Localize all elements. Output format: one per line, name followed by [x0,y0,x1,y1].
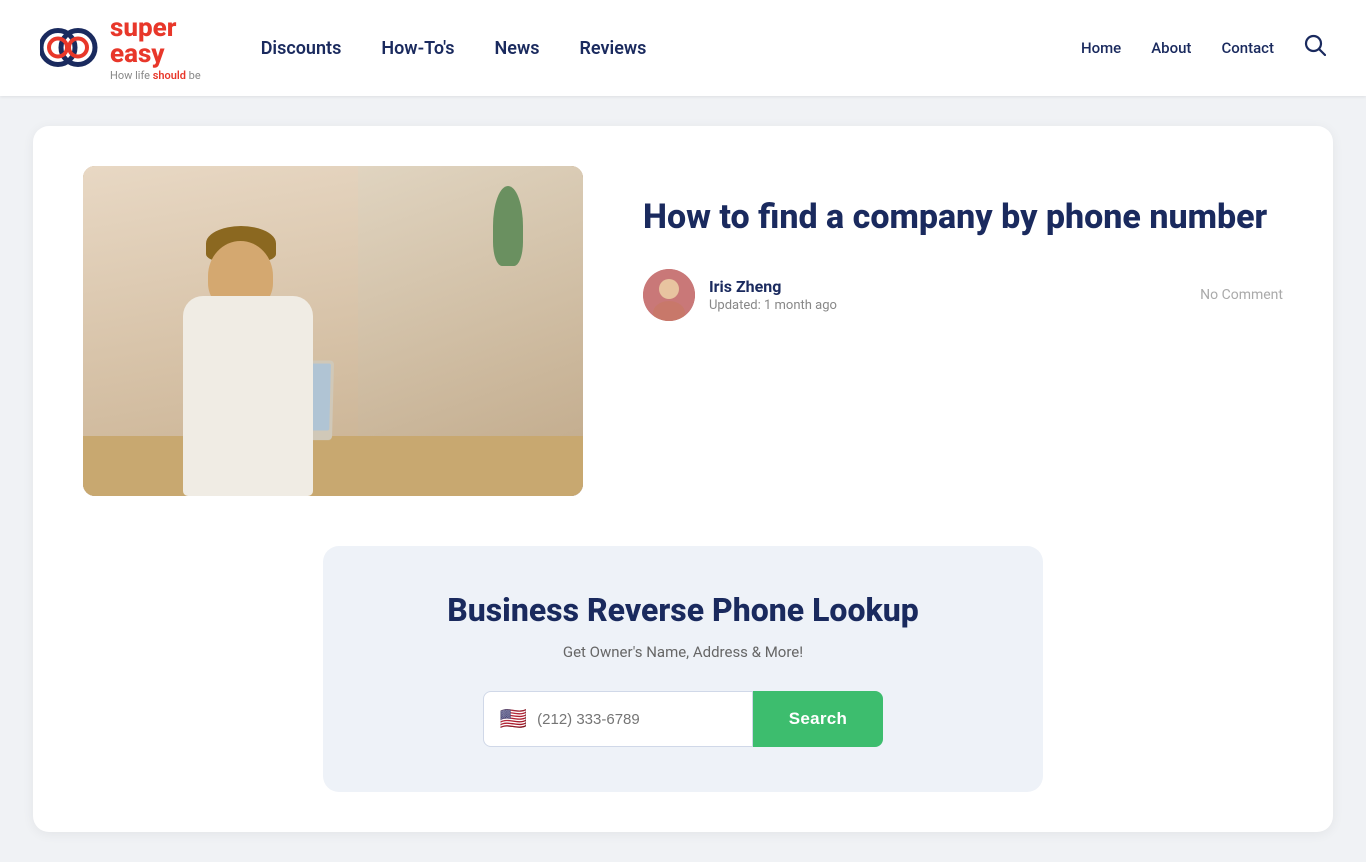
author-avatar [643,269,695,321]
widget-subtitle: Get Owner's Name, Address & More! [353,643,1013,661]
author-name: Iris Zheng [709,277,1186,296]
logo-text: super easy How life should be [110,15,201,82]
logo-easy: easy [110,39,165,69]
article-info: How to find a company by phone number Ir… [643,166,1283,321]
search-icon [1304,34,1326,56]
nav-news[interactable]: News [495,38,540,59]
logo-tagline: How life should be [110,69,201,82]
comment-count: No Comment [1200,287,1283,303]
right-nav: Home About Contact [1081,34,1326,62]
logo-brand: super easy [110,15,201,67]
phone-lookup-form: 🇺🇸 Search [353,691,1013,747]
content-card: How to find a company by phone number Ir… [33,126,1333,832]
main-nav: Discounts How-To's News Reviews [261,38,1081,59]
article-image [83,166,583,496]
logo-icon [40,18,100,78]
phone-input-wrapper: 🇺🇸 [483,691,753,747]
article-hero: How to find a company by phone number Ir… [83,166,1283,496]
nav-discounts[interactable]: Discounts [261,38,342,59]
nav-howtos[interactable]: How-To's [381,38,454,59]
phone-input[interactable] [537,711,736,728]
author-meta: Iris Zheng Updated: 1 month ago [709,277,1186,313]
nav-reviews[interactable]: Reviews [580,38,647,59]
nav-contact[interactable]: Contact [1221,39,1274,57]
avatar-image [643,269,695,321]
page-main: How to find a company by phone number Ir… [0,126,1366,832]
search-button[interactable]: Search [753,691,884,747]
nav-about[interactable]: About [1151,39,1191,57]
search-widget: Business Reverse Phone Lookup Get Owner'… [323,546,1043,792]
us-flag-icon: 🇺🇸 [500,707,527,732]
article-title: How to find a company by phone number [643,196,1283,239]
site-logo[interactable]: super easy How life should be [40,15,201,82]
author-row: Iris Zheng Updated: 1 month ago No Comme… [643,269,1283,321]
author-updated: Updated: 1 month ago [709,298,1186,313]
search-icon-button[interactable] [1304,34,1326,62]
site-header: super easy How life should be Discounts … [0,0,1366,96]
nav-home[interactable]: Home [1081,39,1121,57]
widget-title: Business Reverse Phone Lookup [353,591,1013,629]
